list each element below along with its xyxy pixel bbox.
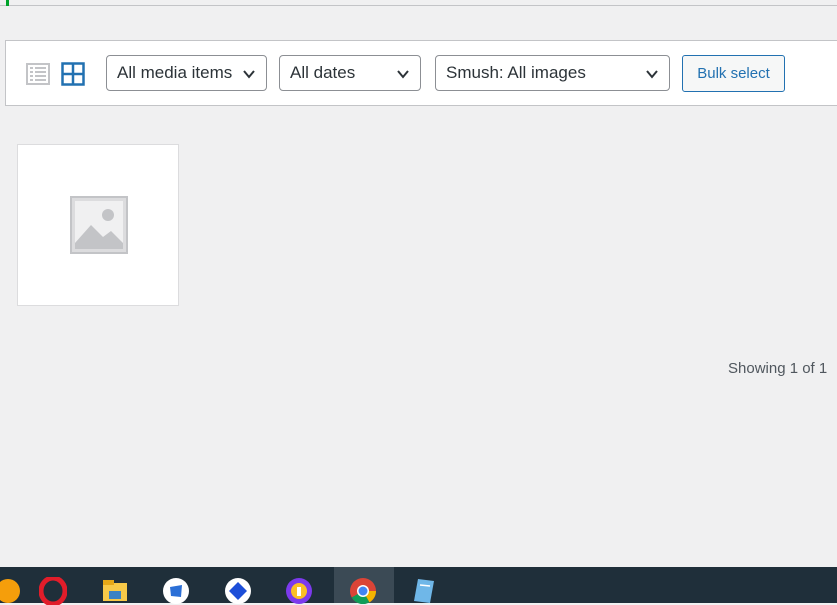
taskbar-chrome[interactable] xyxy=(334,567,394,605)
grid-view-icon xyxy=(61,62,85,86)
taskbar-teamviewer[interactable] xyxy=(210,567,266,604)
chevron-down-icon xyxy=(243,70,255,79)
windows-taskbar xyxy=(0,567,837,605)
date-filter-value: All dates xyxy=(290,63,356,82)
blue-app-icon xyxy=(163,578,189,604)
date-filter[interactable]: All dates xyxy=(279,55,421,91)
list-view-button[interactable] xyxy=(26,62,50,86)
smush-filter-value: Smush: All images xyxy=(446,63,586,82)
taskbar-opera[interactable] xyxy=(25,567,81,605)
orange-app-icon xyxy=(0,579,20,603)
showing-count: Showing 1 of 1 xyxy=(728,360,828,377)
notepad-icon xyxy=(414,579,434,603)
opera-icon xyxy=(39,577,67,605)
taskbar-file-explorer[interactable] xyxy=(87,567,143,603)
grid-view-button[interactable] xyxy=(61,62,85,86)
chrome-icon xyxy=(350,578,377,605)
smush-filter[interactable]: Smush: All images xyxy=(435,55,670,91)
teamviewer-icon xyxy=(225,578,251,604)
bulk-select-button[interactable]: Bulk select xyxy=(682,55,785,92)
file-explorer-icon xyxy=(103,580,127,601)
media-attachment-item[interactable] xyxy=(17,144,179,306)
taskbar-vpn[interactable] xyxy=(271,567,327,604)
image-placeholder-icon xyxy=(70,196,128,254)
vpn-icon xyxy=(286,578,312,604)
notice-accent xyxy=(6,0,9,6)
media-toolbar: All media items All dates Smush: All ima… xyxy=(5,40,837,106)
taskbar-notepad[interactable] xyxy=(396,567,452,603)
chevron-down-icon xyxy=(646,70,658,79)
chevron-down-icon xyxy=(397,70,409,79)
admin-notice-bar xyxy=(0,0,837,6)
list-view-icon xyxy=(26,63,50,85)
taskbar-blue-app[interactable] xyxy=(148,567,204,604)
media-type-filter-value: All media items xyxy=(117,63,233,82)
media-type-filter[interactable]: All media items xyxy=(106,55,267,91)
